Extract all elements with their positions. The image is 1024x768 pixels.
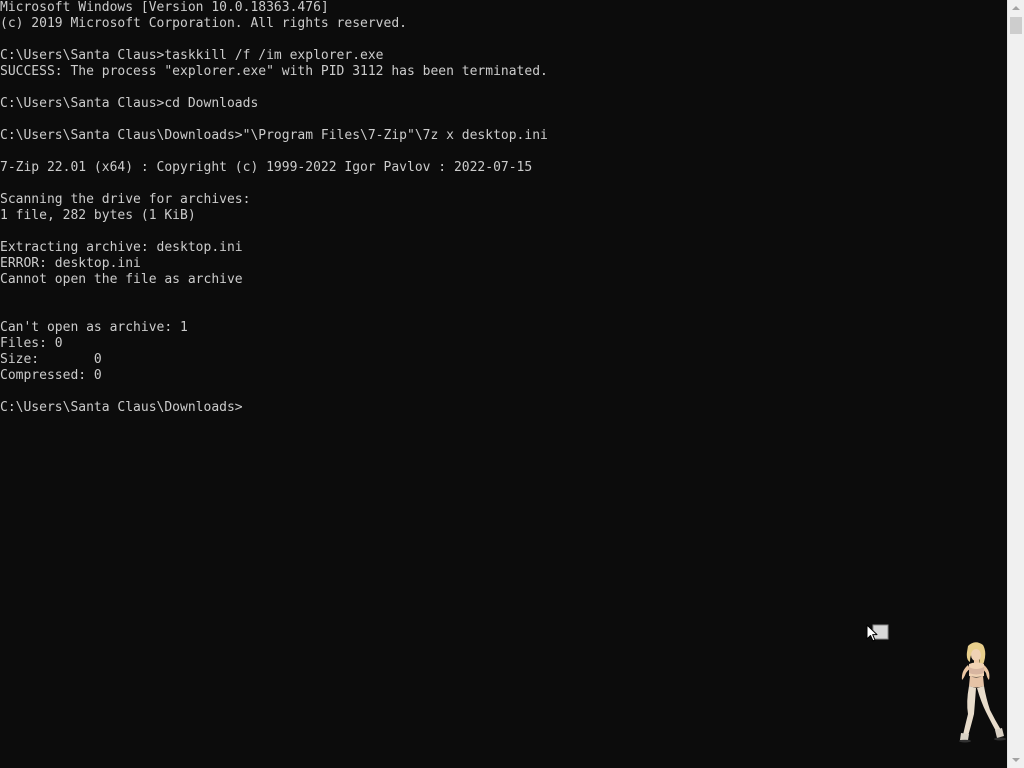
console-line: Files: 0 — [0, 336, 63, 351]
scroll-down-button[interactable] — [1008, 752, 1024, 768]
console-line: Size: 0 — [0, 352, 102, 367]
console-line: Extracting archive: desktop.ini — [0, 240, 243, 255]
scroll-up-button[interactable] — [1008, 0, 1024, 16]
console-line: C:\Users\Santa Claus>taskkill /f /im exp… — [0, 48, 384, 63]
console-line: Cannot open the file as archive — [0, 272, 243, 287]
console-line: 1 file, 282 bytes (1 KiB) — [0, 208, 196, 223]
console-line: Compressed: 0 — [0, 368, 102, 383]
console-line: Microsoft Windows [Version 10.0.18363.47… — [0, 0, 329, 15]
console-line: Scanning the drive for archives: — [0, 192, 251, 207]
chevron-down-icon — [1012, 758, 1020, 762]
scrollbar-thumb[interactable] — [1010, 17, 1022, 34]
mouse-pointer-icon — [866, 624, 889, 642]
console-line: Can't open as archive: 1 — [0, 320, 188, 335]
console-line: (c) 2019 Microsoft Corporation. All righ… — [0, 16, 407, 31]
console-line: C:\Users\Santa Claus\Downloads>"\Program… — [0, 128, 548, 143]
chevron-up-icon — [1012, 6, 1020, 10]
command-prompt-line[interactable]: C:\Users\Santa Claus\Downloads> — [0, 400, 1007, 416]
console-line: C:\Users\Santa Claus>cd Downloads — [0, 96, 259, 111]
console-line: ERROR: desktop.ini — [0, 256, 141, 271]
console-line: SUCCESS: The process "explorer.exe" with… — [0, 64, 548, 79]
console-output[interactable]: Microsoft Windows [Version 10.0.18363.47… — [0, 0, 1007, 416]
console-window[interactable]: Microsoft Windows [Version 10.0.18363.47… — [0, 0, 1007, 768]
console-line: 7-Zip 22.01 (x64) : Copyright (c) 1999-2… — [0, 160, 533, 175]
desktop-character-mascot-icon[interactable] — [948, 640, 1006, 744]
vertical-scrollbar[interactable] — [1007, 0, 1024, 768]
